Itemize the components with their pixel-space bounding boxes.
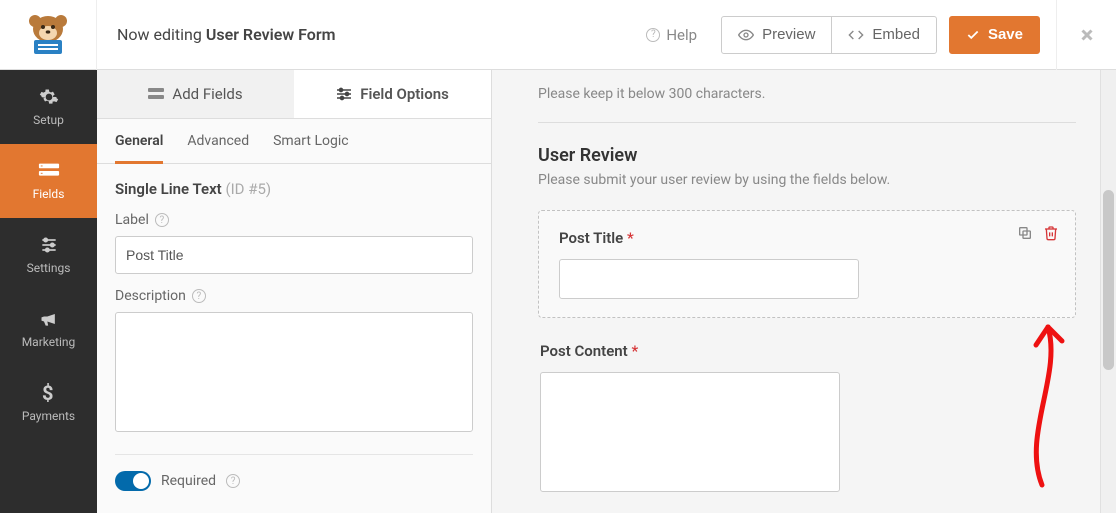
preview-embed-group: Preview Embed <box>721 16 937 54</box>
field-type-name: Single Line Text <box>115 180 222 198</box>
description-input[interactable] <box>115 312 473 432</box>
hr <box>538 122 1076 123</box>
editing-prefix: Now editing <box>117 25 202 44</box>
field-post-title[interactable]: Post Title * <box>538 210 1076 318</box>
embed-button[interactable]: Embed <box>831 16 937 54</box>
required-star: * <box>631 342 638 360</box>
dollar-icon: $ <box>42 383 56 403</box>
field-type-heading: Single Line Text (ID #5) <box>97 164 491 198</box>
toggle-knob <box>133 473 149 489</box>
preview-button[interactable]: Preview <box>721 16 832 54</box>
description-group: Description ? <box>97 274 491 436</box>
app-logo <box>0 0 97 70</box>
rail-label: Marketing <box>22 335 76 349</box>
rail-marketing[interactable]: Marketing <box>0 292 97 366</box>
field-options-icon <box>336 87 352 101</box>
add-fields-icon <box>148 87 164 101</box>
tab-field-options[interactable]: Field Options <box>294 70 491 118</box>
sub-tabs: General Advanced Smart Logic <box>97 119 491 164</box>
embed-label: Embed <box>872 26 920 43</box>
rail-label: Settings <box>27 261 71 275</box>
rail-payments[interactable]: $ Payments <box>0 366 97 440</box>
panel-top-tabs: Add Fields Field Options <box>97 70 491 119</box>
fields-icon <box>38 161 60 181</box>
char-limit-hint: Please keep it below 300 characters. <box>538 86 1076 102</box>
tab-add-fields-label: Add Fields <box>172 85 242 103</box>
field-label-text: Post Content <box>540 342 628 360</box>
rail-label: Fields <box>33 187 65 201</box>
section-description: Please submit your user review by using … <box>538 172 1076 188</box>
help-icon[interactable]: ? <box>155 213 169 227</box>
required-row: Required ? <box>97 455 491 511</box>
delete-icon[interactable] <box>1043 225 1059 241</box>
form-name: User Review Form <box>206 25 336 44</box>
save-button[interactable]: Save <box>949 16 1040 54</box>
field-label: Post Title * <box>559 229 1055 247</box>
field-label-text: Post Title <box>559 229 623 247</box>
description-label: Description ? <box>115 288 473 304</box>
gear-icon <box>39 87 59 107</box>
close-icon <box>1078 26 1096 44</box>
sliders-icon <box>39 235 59 255</box>
rail-label: Payments <box>22 409 75 423</box>
subtab-advanced[interactable]: Advanced <box>187 133 249 163</box>
left-rail: Setup Fields Settings Marketing $ Paymen… <box>0 70 97 513</box>
field-actions <box>1017 225 1059 241</box>
rail-label: Setup <box>33 113 64 127</box>
help-link[interactable]: ? Help <box>634 26 709 44</box>
rail-setup[interactable]: Setup <box>0 70 97 144</box>
help-icon[interactable]: ? <box>192 289 206 303</box>
field-post-content[interactable]: Post Content * <box>538 342 1076 492</box>
field-label: Post Content * <box>540 342 1074 360</box>
required-star: * <box>627 229 634 247</box>
required-toggle[interactable] <box>115 471 151 491</box>
eye-icon <box>738 27 754 43</box>
subtab-smart-logic[interactable]: Smart Logic <box>273 133 348 163</box>
label-text: Label <box>115 212 149 228</box>
save-label: Save <box>988 26 1023 43</box>
help-icon[interactable]: ? <box>226 474 240 488</box>
top-actions: ? Help Preview Embed Save <box>634 16 1050 54</box>
bear-logo-icon <box>25 14 71 56</box>
rail-fields[interactable]: Fields <box>0 144 97 218</box>
field-id-text: (ID #5) <box>225 180 271 198</box>
field-options-panel: Add Fields Field Options General Advance… <box>97 70 492 513</box>
rail-settings[interactable]: Settings <box>0 218 97 292</box>
form-preview-area: Please keep it below 300 characters. Use… <box>492 70 1116 513</box>
label-label: Label ? <box>115 212 473 228</box>
label-input[interactable] <box>115 236 473 274</box>
duplicate-icon[interactable] <box>1017 225 1033 241</box>
page-title: Now editing User Review Form <box>97 25 634 44</box>
scrollbar-vertical[interactable] <box>1100 70 1116 513</box>
text-input-preview[interactable] <box>559 259 859 299</box>
tab-add-fields[interactable]: Add Fields <box>97 70 294 118</box>
textarea-preview[interactable] <box>540 372 840 492</box>
close-button[interactable] <box>1056 0 1116 70</box>
bullhorn-icon <box>39 309 59 329</box>
label-group: Label ? <box>97 198 491 274</box>
form-canvas: Please keep it below 300 characters. Use… <box>492 70 1116 508</box>
embed-icon <box>848 27 864 43</box>
required-label: Required <box>161 473 216 489</box>
scrollbar-thumb[interactable] <box>1103 190 1114 370</box>
tab-field-options-label: Field Options <box>360 85 449 103</box>
subtab-general[interactable]: General <box>115 133 163 164</box>
help-icon: ? <box>646 28 660 42</box>
top-bar: Now editing User Review Form ? Help Prev… <box>0 0 1116 70</box>
svg-text:$: $ <box>42 383 53 403</box>
help-label: Help <box>666 26 697 44</box>
check-icon <box>966 28 980 42</box>
preview-label: Preview <box>762 26 815 43</box>
description-text: Description <box>115 288 186 304</box>
section-title: User Review <box>538 145 1076 166</box>
